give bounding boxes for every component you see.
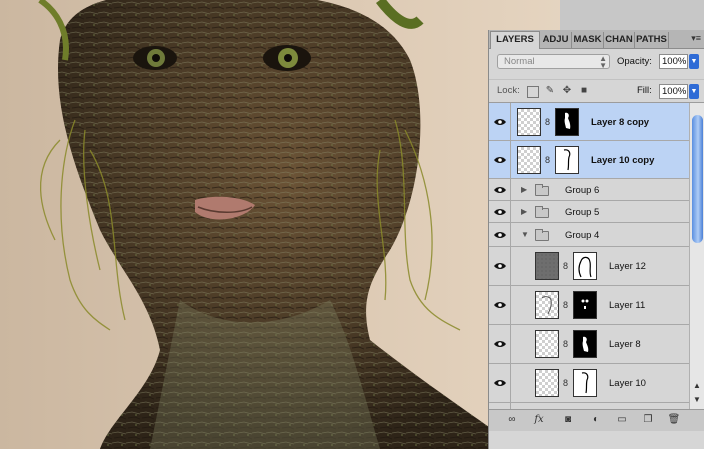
visibility-toggle[interactable] bbox=[489, 325, 511, 363]
layer-row-layer-11[interactable]: 8 Layer 11 bbox=[489, 286, 689, 325]
layer-thumbnail[interactable] bbox=[535, 291, 559, 319]
folder-icon bbox=[535, 206, 549, 218]
layer-thumbnail[interactable] bbox=[517, 146, 541, 174]
trash-icon[interactable]: 🗑 bbox=[667, 414, 681, 426]
panel-bottom-bar: ∞ fx ◙ ◐ ▭ ❐ 🗑 bbox=[489, 409, 704, 431]
layer-name[interactable]: Layer 8 bbox=[609, 339, 641, 350]
panel-menu-icon[interactable]: ▾≡ bbox=[691, 33, 701, 44]
link-layers-icon[interactable]: ∞ bbox=[505, 414, 519, 426]
layer-thumbnail[interactable] bbox=[535, 330, 559, 358]
eye-icon bbox=[494, 157, 506, 163]
group-name[interactable]: Group 5 bbox=[565, 207, 599, 218]
layer-thumbnail[interactable] bbox=[535, 369, 559, 397]
tab-masks[interactable]: MASK bbox=[572, 32, 604, 48]
visibility-toggle[interactable] bbox=[489, 223, 511, 246]
collapse-triangle-icon[interactable]: ▼ bbox=[521, 230, 529, 239]
mask-link-icon[interactable]: 8 bbox=[563, 261, 569, 271]
mask-link-icon[interactable]: 8 bbox=[545, 155, 551, 165]
new-layer-icon[interactable]: ❐ bbox=[641, 414, 655, 426]
layer-mask-thumbnail[interactable] bbox=[573, 369, 597, 397]
eye-icon bbox=[494, 263, 506, 269]
new-group-icon[interactable]: ▭ bbox=[615, 414, 629, 426]
updown-arrows-icon: ▲ ▼ bbox=[599, 54, 607, 70]
layer-name[interactable]: Layer 8 copy bbox=[591, 117, 649, 128]
layer-name[interactable]: Layer 12 bbox=[609, 261, 646, 272]
mask-link-icon[interactable]: 8 bbox=[563, 339, 569, 349]
lock-brush-icon[interactable]: ✎ bbox=[544, 85, 556, 97]
layer-name[interactable]: Layer 10 bbox=[609, 378, 646, 389]
eye-icon bbox=[494, 119, 506, 125]
layer-row-group-5[interactable]: ▶ Group 5 bbox=[489, 201, 689, 223]
layer-mask-thumbnail[interactable] bbox=[573, 252, 597, 280]
visibility-toggle[interactable] bbox=[489, 286, 511, 324]
layer-row-group-4[interactable]: ▼ Group 4 bbox=[489, 223, 689, 247]
eye-icon bbox=[494, 232, 506, 238]
layer-thumbnail[interactable] bbox=[535, 252, 559, 280]
layer-mask-thumbnail[interactable] bbox=[573, 291, 597, 319]
lock-row: Lock: ✎ ✥ ■ Fill: 100% ▼ bbox=[489, 79, 704, 103]
mask-link-icon[interactable]: 8 bbox=[563, 378, 569, 388]
adjustment-icon[interactable]: ◐ bbox=[589, 414, 603, 426]
expand-triangle-icon[interactable]: ▶ bbox=[521, 207, 527, 216]
opacity-dropdown-icon[interactable]: ▼ bbox=[689, 54, 699, 69]
fill-input[interactable]: 100% bbox=[659, 84, 688, 99]
layer-row-layer-10[interactable]: 8 Layer 10 bbox=[489, 364, 689, 403]
layers-scrollbar[interactable]: ▲ ▼ bbox=[689, 103, 704, 409]
visibility-toggle[interactable] bbox=[489, 103, 511, 140]
tab-channels[interactable]: CHAN bbox=[604, 32, 635, 48]
blend-row: Normal ▲ ▼ Opacity: 100% ▼ bbox=[489, 50, 704, 74]
blend-mode-select[interactable]: Normal ▲ ▼ bbox=[497, 54, 610, 70]
layer-mask-thumbnail[interactable] bbox=[555, 146, 579, 174]
layer-row-layer-12[interactable]: 8 Layer 12 bbox=[489, 247, 689, 286]
add-mask-icon[interactable]: ◙ bbox=[561, 414, 575, 426]
group-name[interactable]: Group 6 bbox=[565, 185, 599, 196]
fx-icon[interactable]: fx bbox=[532, 414, 546, 426]
eye-icon bbox=[494, 341, 506, 347]
fill-dropdown-icon[interactable]: ▼ bbox=[689, 84, 699, 99]
layer-name[interactable]: Layer 11 bbox=[609, 300, 645, 311]
eye-icon bbox=[494, 380, 506, 386]
opacity-label: Opacity: bbox=[617, 56, 652, 67]
mask-link-icon[interactable]: 8 bbox=[563, 300, 569, 310]
layer-row-group-6[interactable]: ▶ Group 6 bbox=[489, 179, 689, 201]
scrollbar-thumb[interactable] bbox=[692, 115, 703, 243]
visibility-toggle[interactable] bbox=[489, 141, 511, 178]
folder-icon bbox=[535, 229, 549, 241]
tab-adjustments[interactable]: ADJU bbox=[540, 32, 572, 48]
layer-row-layer-10-copy[interactable]: 8 Layer 10 copy bbox=[489, 141, 689, 179]
layer-mask-thumbnail[interactable] bbox=[555, 108, 579, 136]
mask-link-icon[interactable]: 8 bbox=[545, 117, 551, 127]
panel-tabs: LAYERS ADJU MASK CHAN PATHS ▾≡ bbox=[489, 30, 704, 49]
layer-mask-thumbnail[interactable] bbox=[573, 330, 597, 358]
layer-row-layer-8-copy[interactable]: 8 Layer 8 copy bbox=[489, 103, 689, 141]
lock-move-icon[interactable]: ✥ bbox=[561, 85, 573, 97]
visibility-toggle[interactable] bbox=[489, 201, 511, 222]
lock-all-icon[interactable]: ■ bbox=[578, 85, 590, 97]
folder-icon bbox=[535, 184, 549, 196]
expand-triangle-icon[interactable]: ▶ bbox=[521, 185, 527, 194]
layer-row-layer-8[interactable]: 8 Layer 8 bbox=[489, 325, 689, 364]
visibility-toggle[interactable] bbox=[489, 364, 511, 402]
scroll-down-icon[interactable]: ▼ bbox=[693, 395, 701, 404]
tab-paths[interactable]: PATHS bbox=[635, 32, 669, 48]
layer-name[interactable]: Layer 10 copy bbox=[591, 155, 654, 166]
lock-label: Lock: bbox=[497, 85, 520, 96]
group-name[interactable]: Group 4 bbox=[565, 230, 599, 241]
scroll-up-icon[interactable]: ▲ bbox=[693, 381, 701, 390]
visibility-toggle[interactable] bbox=[489, 247, 511, 285]
eye-icon bbox=[494, 302, 506, 308]
layer-thumbnail[interactable] bbox=[517, 108, 541, 136]
fill-label: Fill: bbox=[637, 85, 652, 96]
layers-list: 8 Layer 8 copy 8 Layer 10 copy ▶ Group 6… bbox=[489, 103, 689, 409]
eye-icon bbox=[494, 209, 506, 215]
blend-mode-value: Normal bbox=[504, 56, 535, 67]
lock-transparency-icon[interactable] bbox=[527, 86, 539, 98]
layers-panel: LAYERS ADJU MASK CHAN PATHS ▾≡ Normal ▲ ▼… bbox=[488, 30, 704, 449]
tab-layers[interactable]: LAYERS bbox=[490, 31, 540, 49]
opacity-input[interactable]: 100% bbox=[659, 54, 688, 69]
eye-icon bbox=[494, 187, 506, 193]
visibility-toggle[interactable] bbox=[489, 179, 511, 200]
